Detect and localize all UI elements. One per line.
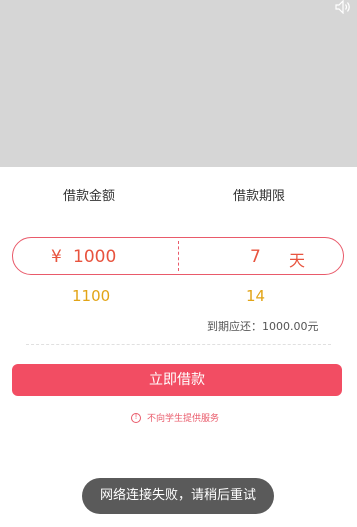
toast-message: 网络连接失败，请稍后重试 [82,478,274,514]
section-divider [26,344,331,345]
days-unit: 天 [289,251,306,270]
student-notice: ! 不向学生提供服务 [131,411,219,424]
period-label: 借款期限 [232,189,285,204]
currency-symbol: ¥ [51,247,62,267]
field-labels: 借款金额 借款期限 [0,185,357,205]
due-amount-text: 到期应还：1000.00元 [207,320,319,333]
loan-page: 借款金额 借款期限 ¥ 1000 7 天 1100 14 到期应还：1000.0… [0,0,357,527]
info-icon: ! [131,412,141,423]
amount-option[interactable]: 1100 [72,287,110,305]
input-divider [178,241,179,271]
borrow-now-button[interactable]: 立即借款 [12,364,342,396]
days-option[interactable]: 14 [246,287,265,305]
banner-image [0,0,357,167]
amount-label: 借款金额 [62,189,115,204]
days-input[interactable]: 7 [250,247,261,267]
loan-input-group: ¥ 1000 7 天 [12,237,344,275]
speaker-icon[interactable] [335,0,353,14]
amount-input[interactable]: 1000 [73,247,116,267]
notice-text: 不向学生提供服务 [147,414,220,424]
